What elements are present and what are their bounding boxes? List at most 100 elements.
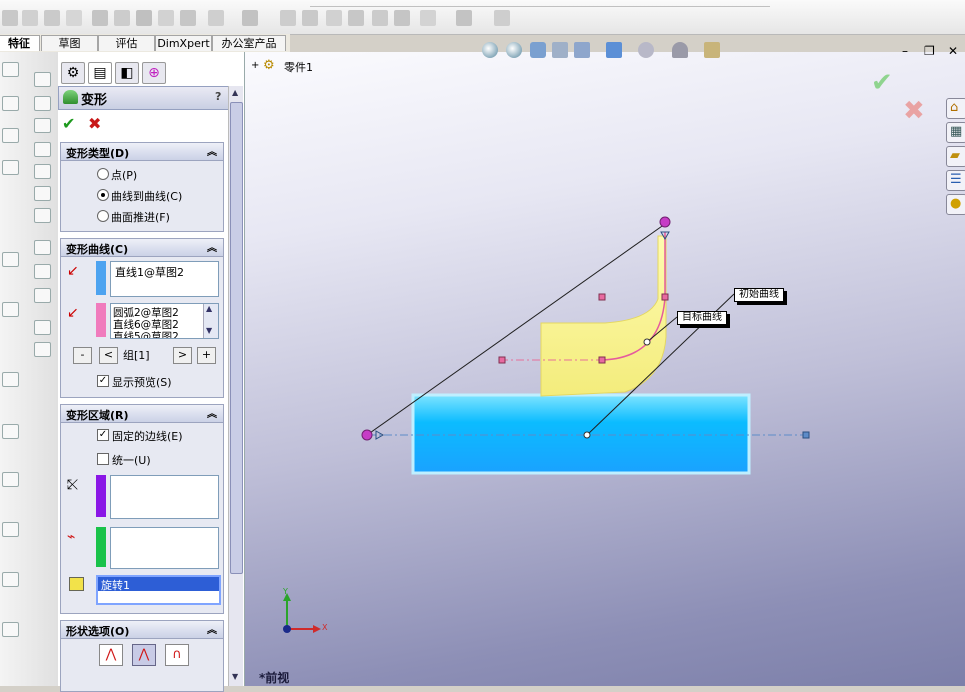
- shape-stiffness-low-button[interactable]: ⋀: [99, 644, 123, 666]
- point-tool-icon[interactable]: [2, 622, 19, 637]
- tab-sketch[interactable]: 草图: [41, 35, 98, 51]
- dome-icon[interactable]: [158, 10, 174, 26]
- linear-pattern-icon[interactable]: [242, 10, 258, 26]
- curve-midpoint[interactable]: [643, 338, 651, 346]
- uniform-checkbox[interactable]: [97, 453, 109, 465]
- collapse-icon[interactable]: ︽: [207, 239, 217, 254]
- shape-options-header[interactable]: 形状选项(O) ︽: [61, 621, 223, 639]
- initial-curve-callout[interactable]: 初始曲线: [734, 288, 784, 302]
- curve-handle[interactable]: [598, 356, 606, 364]
- cancel-button[interactable]: ✖: [88, 114, 101, 133]
- deform-preview-body[interactable]: [540, 235, 667, 397]
- shape-stiffness-medium-button[interactable]: ⋀: [132, 644, 156, 666]
- tab-dimxpert[interactable]: DimXpert: [155, 35, 212, 51]
- initial-curve-start[interactable]: [361, 429, 373, 441]
- scroll-down-arrow[interactable]: ▼: [232, 672, 238, 681]
- curve-handle[interactable]: [498, 356, 506, 364]
- radio-surface-push[interactable]: [97, 210, 109, 222]
- remove-group-button[interactable]: -: [73, 347, 92, 364]
- help-icon[interactable]: ?: [215, 90, 221, 103]
- rib-tool-icon[interactable]: [34, 288, 51, 303]
- collapse-icon[interactable]: ︽: [207, 405, 217, 420]
- shape-stiffness-high-button[interactable]: ∩: [165, 644, 189, 666]
- deform-region-header[interactable]: 变形区域(R) ︽: [61, 405, 223, 423]
- sweep-icon[interactable]: [2, 96, 19, 111]
- property-manager-icon[interactable]: ▤: [88, 62, 112, 84]
- fixed-edges-list[interactable]: [110, 475, 219, 519]
- cut-sweep-icon[interactable]: [2, 160, 19, 175]
- helix-icon[interactable]: [456, 10, 472, 26]
- reference-geometry-icon[interactable]: [280, 10, 296, 26]
- mirror-tool-icon[interactable]: [34, 342, 51, 357]
- scrollbar-thumb[interactable]: [230, 102, 243, 574]
- deform-icon[interactable]: [208, 10, 224, 26]
- ruler-icon[interactable]: [494, 10, 510, 26]
- hole-wizard-icon[interactable]: [34, 208, 51, 223]
- bodies-list[interactable]: 旋转1: [96, 575, 221, 605]
- ok-button[interactable]: ✔: [62, 114, 75, 133]
- deform-curves-header[interactable]: 变形曲线(C) ︽: [61, 239, 223, 257]
- shell-icon[interactable]: [92, 10, 108, 26]
- feature-manager-icon[interactable]: ⚙: [61, 62, 85, 84]
- hide-show-items-icon[interactable]: [638, 42, 654, 58]
- tab-features[interactable]: 特征: [0, 35, 40, 51]
- wrap-icon[interactable]: [136, 10, 152, 26]
- previous-group-button[interactable]: <: [99, 347, 118, 364]
- initial-curve-end[interactable]: [659, 216, 671, 228]
- selected-body-row[interactable]: 旋转1: [98, 577, 219, 592]
- scroll-up-arrow[interactable]: ▲: [232, 88, 238, 97]
- split-tool-icon[interactable]: [2, 424, 19, 439]
- curve-tool-icon[interactable]: [2, 372, 19, 387]
- fillet-tool-icon[interactable]: [34, 240, 51, 255]
- tab-evaluate[interactable]: 评估: [98, 35, 155, 51]
- draft-icon[interactable]: [114, 10, 130, 26]
- surface-tool-icon[interactable]: [2, 472, 19, 487]
- property-manager-scrollbar[interactable]: ▲ ▼: [228, 86, 243, 686]
- cut-loft-icon[interactable]: [34, 164, 51, 179]
- axis-tool-icon[interactable]: [2, 572, 19, 587]
- instant3d-icon[interactable]: [326, 10, 342, 26]
- appearances-tab-icon[interactable]: ●: [946, 194, 965, 215]
- fixed-edges-checkbox[interactable]: ✓: [97, 429, 109, 441]
- flex-icon[interactable]: [180, 10, 196, 26]
- revolve-icon[interactable]: [34, 72, 51, 87]
- sketch-tool-icon[interactable]: [2, 10, 18, 26]
- loft-icon[interactable]: [34, 96, 51, 111]
- zoom-to-fit-icon[interactable]: [482, 42, 498, 58]
- collapse-icon[interactable]: ︽: [207, 621, 217, 636]
- radio-curve-to-curve[interactable]: [97, 189, 109, 201]
- target-curve-callout[interactable]: 目标曲线: [677, 311, 727, 325]
- design-library-tab-icon[interactable]: ▦: [946, 122, 965, 143]
- curve-handle[interactable]: [598, 293, 606, 301]
- cut-revolve-icon[interactable]: [34, 142, 51, 157]
- section-view-icon[interactable]: [552, 42, 568, 58]
- rib-icon[interactable]: [66, 10, 82, 26]
- view-palette-tab-icon[interactable]: ☰: [946, 170, 965, 191]
- draft-tool-icon[interactable]: [2, 302, 19, 317]
- edit-appearance-icon[interactable]: [672, 42, 688, 58]
- curve-handle[interactable]: [661, 293, 669, 301]
- next-group-button[interactable]: >: [173, 347, 192, 364]
- tab-office-products[interactable]: 办公室产品: [212, 35, 286, 51]
- configuration-manager-icon[interactable]: ◧: [115, 62, 139, 84]
- base-body[interactable]: [411, 393, 751, 475]
- resources-tab-icon[interactable]: ⌂: [946, 98, 965, 119]
- file-explorer-tab-icon[interactable]: ▰: [946, 146, 965, 167]
- add-group-button[interactable]: +: [197, 347, 216, 364]
- display-style-icon[interactable]: [606, 42, 622, 58]
- list-scrollbar[interactable]: ▲ ▼: [203, 304, 218, 338]
- pattern-tool-icon[interactable]: [34, 320, 51, 335]
- zoom-to-area-icon[interactable]: [506, 42, 522, 58]
- dimxpert-manager-icon[interactable]: ⊕: [142, 62, 166, 84]
- smart-dimension-icon[interactable]: [22, 10, 38, 26]
- apply-scene-icon[interactable]: [704, 42, 720, 58]
- move-face-icon[interactable]: [348, 10, 364, 26]
- extrude-icon[interactable]: [2, 62, 19, 77]
- view-orientation-icon[interactable]: [574, 42, 590, 58]
- intersection-icon[interactable]: [394, 10, 410, 26]
- model-view[interactable]: [245, 52, 965, 686]
- shell-tool-icon[interactable]: [2, 252, 19, 267]
- collapse-icon[interactable]: ︽: [207, 143, 217, 158]
- cut-extrude-icon[interactable]: [34, 118, 51, 133]
- extra-faces-list[interactable]: [110, 527, 219, 569]
